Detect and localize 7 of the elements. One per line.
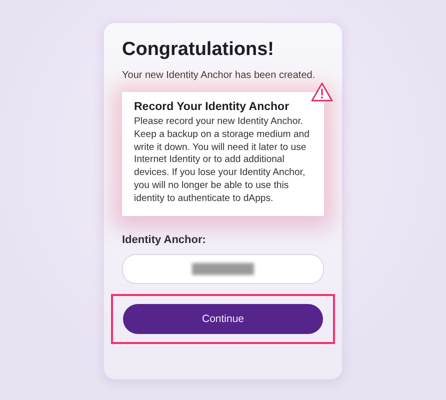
page-title: Congratulations! [122, 39, 275, 61]
anchor-label: Identity Anchor: [122, 234, 207, 246]
continue-button[interactable]: Continue [123, 304, 323, 334]
warning-title: Record Your Identity Anchor [134, 101, 290, 113]
subtitle: Your new Identity Anchor has been created. [122, 69, 316, 82]
redacted-value [192, 262, 254, 275]
warning-text: Please record your new Identity Anchor. Keep a backup on a storage medium and write it down. You will need it later to use Internet Identity or to add additional devices. If you lose your Identity Anchor, you will no longer be able to use this identity to authenticate to dApps. [134, 116, 310, 206]
